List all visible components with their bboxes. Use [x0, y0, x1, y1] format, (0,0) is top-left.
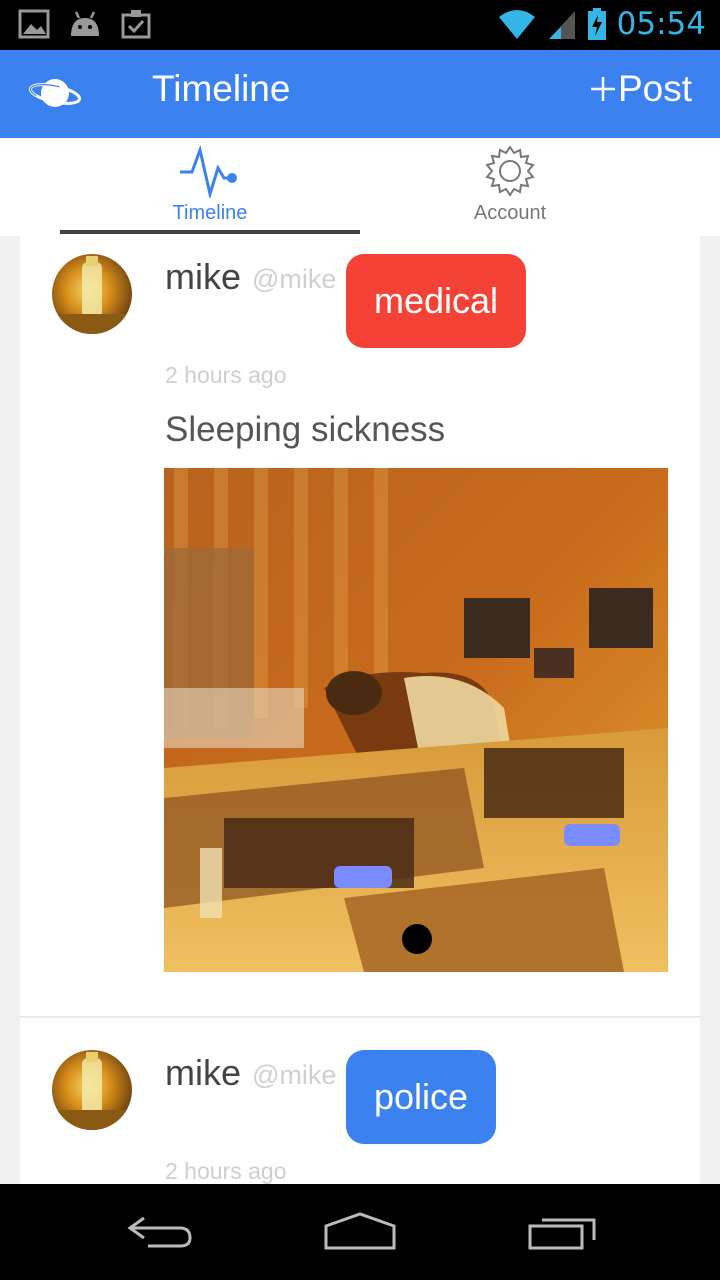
user-handle: @mike — [252, 1060, 337, 1090]
signal-icon — [548, 11, 575, 39]
plus-icon — [590, 77, 615, 101]
wifi-icon — [498, 10, 535, 39]
app-bar: Timeline Post — [0, 50, 720, 138]
post-time: 2 hours ago — [165, 1158, 287, 1184]
avatar[interactable] — [52, 1050, 132, 1130]
post-card: mike @mike police 2 hours ago — [20, 1018, 700, 1184]
avatar-bottle-image — [52, 256, 132, 334]
avatar-bottle-image — [52, 1052, 132, 1130]
category-tag-label: police — [373, 1076, 469, 1117]
tab-indicator — [60, 230, 360, 234]
post-button[interactable]: Post — [588, 68, 692, 110]
category-tag[interactable]: medical — [346, 254, 526, 348]
username[interactable]: mike — [165, 1052, 241, 1094]
home-icon[interactable] — [322, 1212, 398, 1252]
planet-icon[interactable] — [28, 70, 82, 116]
avatar[interactable] — [52, 254, 132, 334]
tab-timeline[interactable]: Timeline — [60, 138, 360, 234]
post-photo[interactable] — [164, 468, 668, 972]
recent-apps-icon[interactable] — [526, 1212, 598, 1252]
category-tag-label: medical — [373, 280, 499, 321]
post-photo-image — [164, 468, 668, 972]
tab-account[interactable]: Account — [360, 138, 660, 234]
tab-account-label: Account — [473, 202, 547, 224]
clipboard-check-icon — [121, 10, 151, 39]
status-bar: 05:54 — [0, 0, 720, 50]
android-icon — [71, 11, 99, 36]
username[interactable]: mike — [165, 256, 241, 298]
timeline-feed[interactable]: mike @mike medical 2 hours ago Sleeping … — [0, 236, 720, 1184]
tab-bar: Timeline Account — [0, 138, 720, 238]
back-icon[interactable] — [124, 1212, 196, 1252]
post-button-label: Post — [617, 68, 692, 109]
post-card: mike @mike medical 2 hours ago Sleeping … — [20, 236, 700, 1016]
post-time: 2 hours ago — [165, 362, 287, 388]
navigation-bar — [0, 1184, 720, 1280]
clock: 05:54 — [616, 6, 706, 42]
post-text: Sleeping sickness — [165, 410, 446, 449]
page-title: Timeline — [152, 68, 291, 109]
tab-timeline-label: Timeline — [172, 202, 248, 224]
battery-charging-icon — [587, 8, 606, 40]
category-tag[interactable]: police — [346, 1050, 496, 1144]
pulse-icon — [180, 144, 237, 198]
user-handle: @mike — [252, 264, 337, 294]
gallery-icon — [18, 9, 50, 39]
gear-icon — [485, 145, 535, 197]
